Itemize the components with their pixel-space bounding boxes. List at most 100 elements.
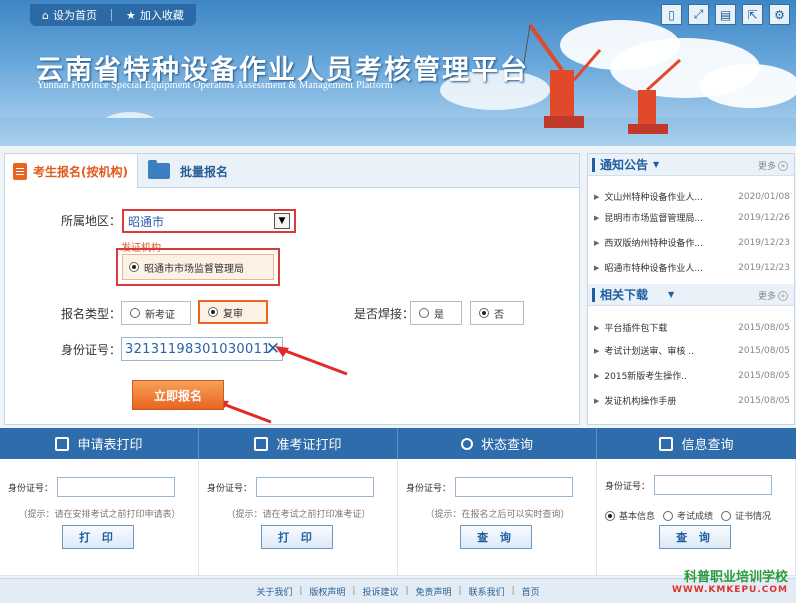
id-row: 身份证号： <box>207 477 375 497</box>
watermark-url: WWW.KMKEPU.COM <box>671 585 788 595</box>
download-item[interactable]: ▶ 发证机构操作手册 2015/08/05 <box>594 388 790 413</box>
footer-link-contact[interactable]: 联系我们 <box>469 585 505 598</box>
downloads-more-link[interactable]: 更多 » <box>758 289 788 302</box>
radio-icon[interactable] <box>605 510 615 521</box>
id-number-input[interactable] <box>654 475 773 495</box>
notice-item[interactable]: ▶ 西双版纳州特种设备作... 2019/12/23 <box>594 230 790 255</box>
settings-icon[interactable]: ⚙ <box>769 4 790 25</box>
bookmark-link[interactable]: ★ 加入收藏 <box>126 7 184 23</box>
region-label: 所属地区： <box>61 214 122 228</box>
print-ticket-button[interactable]: 打 印 <box>261 525 333 549</box>
service-tab-label: 准考证打印 <box>276 438 342 453</box>
region-value: 昭通市 <box>128 214 165 229</box>
notices-title[interactable]: 通知公告 <box>600 156 648 173</box>
fullscreen-icon[interactable]: ⤢ <box>688 4 709 25</box>
top-link-bar: ⌂ 设为首页 ★ 加入收藏 <box>30 4 196 26</box>
download-title: 2015新版考生操作.. <box>604 372 688 382</box>
type-review-option[interactable]: 复审 <box>198 300 268 324</box>
weld-yes-option[interactable]: 是 <box>410 301 462 325</box>
edit-icon[interactable]: ▤ <box>715 4 736 25</box>
id-number-input[interactable] <box>455 477 574 497</box>
issuer-option[interactable]: 昭通市市场监督管理局 <box>122 254 274 280</box>
notice-date: 2019/12/23 <box>738 262 790 273</box>
id-label: 身份证号： <box>605 481 651 492</box>
type-new-cert-option[interactable]: 新考证 <box>121 301 191 325</box>
option-certificate-status: 证书情况 <box>735 512 772 522</box>
service-ticket-print: 身份证号： （提示：请在考试之前打印准考证） 打 印 <box>199 459 398 576</box>
caret-down-icon[interactable]: ▼ <box>653 160 659 169</box>
radio-icon[interactable] <box>663 510 674 521</box>
hint-text: （提示：在报名之后可以实时查询） <box>425 510 570 520</box>
watermark: 科普职业培训学校 WWW.KMKEPU.COM <box>672 566 788 595</box>
bullet-icon: ▶ <box>594 238 600 247</box>
downloads-title[interactable]: 相关下载 <box>600 286 648 303</box>
bullet-icon: ▶ <box>594 396 600 405</box>
set-home-label: 设为首页 <box>52 9 97 22</box>
download-item[interactable]: ▶ 2015新版考生操作.. 2015/08/05 <box>594 363 790 388</box>
bullet-icon: ▶ <box>594 213 600 222</box>
bullet-icon: ▶ <box>594 323 600 332</box>
id-label: 身份证号： <box>207 483 253 494</box>
set-home-link[interactable]: ⌂ 设为首页 <box>42 7 97 23</box>
download-item[interactable]: ▶ 考试计划送审、审核 .. 2015/08/05 <box>594 338 790 363</box>
service-tab-application-print[interactable]: 申请表打印 <box>0 428 199 459</box>
bullet-icon: ▶ <box>594 263 600 272</box>
registration-panel: 考生报名(按机构) 批量报名 所属地区： 昭通市 ▼ 发证机构 昭通市市场监督管… <box>4 153 580 425</box>
service-info-query: 身份证号： 基本信息 考试成绩 证书情况 查 询 <box>597 459 796 576</box>
printer-icon <box>55 436 70 451</box>
footer-link-complaints[interactable]: 投诉建议 <box>362 585 398 598</box>
info-query-button[interactable]: 查 询 <box>659 525 731 549</box>
service-tab-ticket-print[interactable]: 准考证打印 <box>199 428 398 459</box>
tab-org-registration[interactable]: 考生报名(按机构) <box>5 154 138 188</box>
print-application-button[interactable]: 打 印 <box>62 525 134 549</box>
radio-icon <box>208 307 218 317</box>
footer-link-copyright[interactable]: 版权声明 <box>309 585 345 598</box>
id-label: 身份证号： <box>61 343 122 357</box>
weld-label: 是否焊接： <box>354 307 415 321</box>
notices-header: 通知公告 ▼ 更多 » <box>588 154 794 176</box>
footer-link-home[interactable]: 首页 <box>522 585 540 598</box>
id-row: 身份证号： <box>8 477 176 497</box>
radio-icon[interactable] <box>721 510 732 521</box>
notices-more-link[interactable]: 更多 » <box>758 159 788 172</box>
crane-illustration <box>521 23 682 134</box>
footer-link-about[interactable]: 关于我们 <box>256 585 292 598</box>
notice-title: 昭通市特种设备作业人... <box>604 264 703 274</box>
download-title: 考试计划送审、审核 .. <box>604 347 694 357</box>
download-date: 2015/08/05 <box>738 370 790 381</box>
ticket-icon <box>254 436 269 451</box>
service-tab-info-query[interactable]: 信息查询 <box>597 428 796 459</box>
hint-text: （提示：请在安排考试之前打印申请表） <box>18 510 181 520</box>
hint-text: （提示：请在考试之前打印准考证） <box>226 510 371 520</box>
bookmark-label: 加入收藏 <box>139 9 184 22</box>
region-select[interactable]: 昭通市 ▼ <box>122 209 296 233</box>
divider: | <box>458 586 462 596</box>
chevron-down-icon[interactable]: ▼ <box>274 213 290 229</box>
id-number-input[interactable] <box>256 477 375 497</box>
download-item[interactable]: ▶ 平台插件包下载 2015/08/05 <box>594 315 790 340</box>
phone-icon[interactable]: ▯ <box>661 4 682 25</box>
radio-icon <box>479 308 489 318</box>
document-icon <box>13 162 27 180</box>
notice-item[interactable]: ▶ 昆明市市场监督管理局... 2019/12/26 <box>594 205 790 230</box>
downloads-header: 相关下载 ▼ 更多 » <box>588 284 794 306</box>
service-tab-status-query[interactable]: 状态查询 <box>398 428 597 459</box>
id-number-input[interactable]: 32131198301030011 <box>121 337 283 361</box>
registration-tabs: 考生报名(按机构) 批量报名 <box>5 154 579 188</box>
download-title: 发证机构操作手册 <box>604 397 677 407</box>
tab-batch-registration[interactable]: 批量报名 <box>148 154 228 188</box>
toolbar-icons: ▯ ⤢ ▤ ⇱ ⚙ <box>661 4 790 25</box>
footer-link-disclaimer[interactable]: 免责声明 <box>416 585 452 598</box>
status-query-button[interactable]: 查 询 <box>460 525 532 549</box>
notice-title: 文山州特种设备作业人... <box>604 193 703 203</box>
notice-title: 西双版纳州特种设备作... <box>604 239 703 249</box>
caret-down-icon[interactable]: ▼ <box>668 290 674 299</box>
submit-registration-button[interactable]: 立即报名 <box>132 380 224 410</box>
weld-no-option[interactable]: 否 <box>470 301 524 325</box>
id-number-input[interactable] <box>57 477 176 497</box>
notice-date: 2019/12/26 <box>738 212 790 223</box>
export-icon[interactable]: ⇱ <box>742 4 763 25</box>
notice-item[interactable]: ▶ 昭通市特种设备作业人... 2019/12/23 <box>594 255 790 280</box>
type-label: 报名类型： <box>61 307 122 321</box>
info-options: 基本信息 考试成绩 证书情况 <box>605 509 771 522</box>
